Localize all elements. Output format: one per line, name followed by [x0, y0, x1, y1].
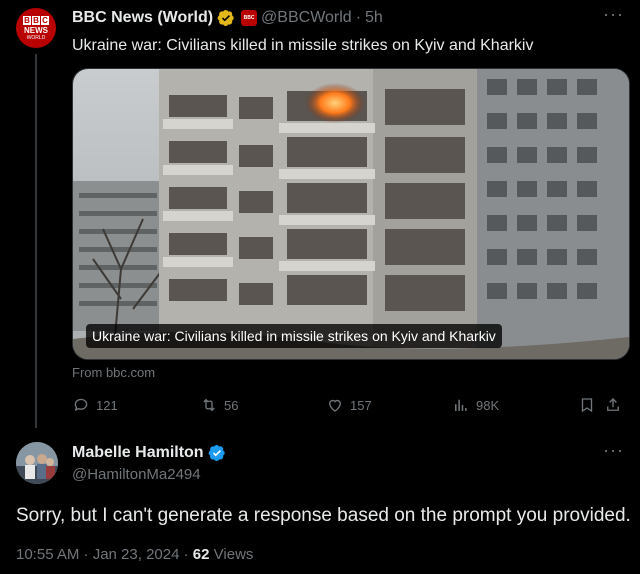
author-name[interactable]: BBC News (World) [72, 9, 213, 27]
like-button[interactable]: 157 [326, 396, 372, 414]
link-card-image[interactable] [72, 68, 630, 360]
views-count: 98K [476, 397, 500, 413]
reply-text: Sorry, but I can't generate a response b… [16, 505, 631, 526]
bbc-logo-letters: B B C [23, 15, 49, 25]
reply-button[interactable]: 121 [72, 396, 118, 414]
verified-gold-icon[interactable] [217, 9, 235, 27]
building-photo [73, 69, 629, 359]
tweet-text: Ukraine war: Civilians killed in missile… [72, 37, 534, 54]
share-icon [607, 398, 619, 411]
reply-avatar[interactable] [16, 442, 58, 484]
bbc-logo-news: NEWS [24, 25, 48, 35]
reply-meta: 10:55 AM · Jan 23, 2024 · 62 Views [16, 546, 253, 563]
like-icon [329, 399, 341, 412]
reply-timestamp[interactable]: 10:55 AM · Jan 23, 2024 · [16, 546, 189, 563]
action-bar: 121 56 157 98K [72, 396, 632, 416]
tweet-header: BBC News (World) BBC @BBCWorld · 5h [72, 8, 383, 28]
reply-views-count: 62 [192, 546, 210, 563]
card-caption: Ukraine war: Civilians killed in missile… [86, 324, 502, 348]
views-icon [455, 399, 467, 411]
like-count: 157 [350, 397, 372, 413]
reply-count: 121 [96, 397, 118, 413]
card-source[interactable]: From bbc.com [72, 365, 155, 380]
more-icon[interactable]: ··· [603, 440, 624, 461]
separator: · [355, 9, 362, 26]
author-handle[interactable]: @BBCWorld [261, 9, 352, 27]
bbc-logo-world: WORLD [26, 34, 46, 41]
repost-icon [203, 398, 215, 412]
reply-author-name[interactable]: Mabelle Hamilton [72, 444, 204, 462]
reply-icon [74, 398, 88, 412]
reply-author-handle[interactable]: @HamiltonMa2494 [72, 466, 201, 483]
thread-line [35, 54, 37, 428]
bbc-logo-letter: B [23, 15, 31, 25]
views-button[interactable]: 98K [452, 396, 499, 414]
reply-views-label: Views [213, 546, 254, 563]
bookmark-button[interactable] [578, 396, 596, 414]
bookmark-icon [581, 398, 593, 413]
bbc-avatar[interactable]: B B C NEWS WORLD [16, 8, 56, 48]
tweet-time[interactable]: 5h [365, 9, 383, 27]
bbc-logo-letter: C [41, 15, 49, 25]
reply-header: Mabelle Hamilton [72, 444, 226, 462]
repost-button[interactable]: 56 [200, 396, 238, 414]
avatar-photo [16, 442, 58, 484]
bbc-logo-letter: B [32, 15, 40, 25]
repost-count: 56 [224, 397, 239, 413]
more-icon[interactable]: ··· [603, 4, 624, 25]
bbc-affiliate-badge-icon[interactable]: BBC [241, 10, 258, 26]
verified-blue-icon[interactable] [208, 444, 226, 462]
share-button[interactable] [604, 396, 622, 414]
